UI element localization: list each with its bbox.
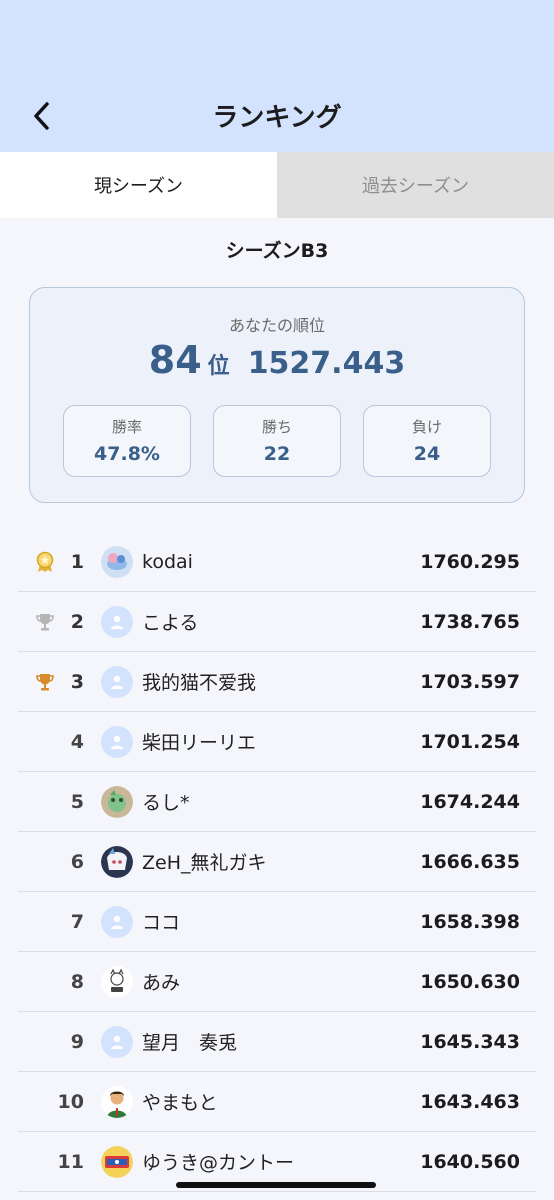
- avatar: [101, 545, 133, 578]
- tab-current-season[interactable]: 現シーズン: [0, 152, 277, 218]
- rank-number: 9: [70, 1030, 84, 1053]
- season-tabs: 現シーズン 過去シーズン: [0, 152, 554, 218]
- player-score: 1658.398: [420, 910, 520, 933]
- rank-number: 4: [70, 730, 84, 753]
- ranking-row[interactable]: 9 望月 奏兎 1645.343: [18, 1012, 536, 1072]
- ranking-row[interactable]: 3 我的猫不爱我 1703.597: [18, 652, 536, 712]
- player-score: 1640.560: [420, 1150, 520, 1173]
- rank-number: 11: [57, 1150, 84, 1173]
- ranking-list: 1 kodai 1760.295 2 こよる 1738.765 3 我的猫不爱我…: [18, 532, 536, 1192]
- player-name: 柴田リーリエ: [142, 732, 257, 754]
- page-title: ランキング: [212, 103, 342, 133]
- my-rank-unit: 位: [207, 354, 230, 379]
- player-name: やまもと: [142, 1092, 218, 1114]
- stat-wins: 勝ち 22: [213, 405, 341, 477]
- player-score: 1666.635: [420, 850, 520, 873]
- player-score: 1760.295: [420, 550, 520, 573]
- rank-number: 7: [70, 910, 84, 933]
- tab-past-season[interactable]: 過去シーズン: [277, 152, 554, 218]
- default-avatar-icon: [101, 605, 133, 638]
- player-name: こよる: [142, 612, 199, 634]
- avatar: [101, 1085, 133, 1118]
- stat-value: 22: [263, 443, 291, 465]
- stat-label: 勝率: [111, 418, 142, 436]
- app-header: ランキング: [0, 0, 554, 152]
- player-name: 我的猫不爱我: [142, 672, 257, 694]
- my-rank-score: 1527.443: [247, 346, 406, 381]
- player-name: るし*: [142, 792, 190, 814]
- rank-number: 3: [70, 670, 84, 693]
- ranking-row[interactable]: 5 るし* 1674.244: [18, 772, 536, 832]
- my-rank-number: 84: [148, 338, 202, 382]
- stat-win-rate: 勝率 47.8%: [63, 405, 191, 477]
- player-score: 1645.343: [420, 1030, 520, 1053]
- rank-number: 2: [70, 610, 84, 633]
- default-avatar-icon: [101, 725, 133, 758]
- ranking-row[interactable]: 2 こよる 1738.765: [18, 592, 536, 652]
- player-name: あみ: [142, 972, 181, 994]
- player-score: 1643.463: [420, 1090, 520, 1113]
- rank-number: 8: [70, 970, 84, 993]
- player-name: ZeH_無礼ガキ: [142, 852, 267, 874]
- player-score: 1703.597: [420, 670, 520, 693]
- my-rank-card: あなたの順位 84 位 1527.443 勝率 47.8% 勝ち 22 負け 24: [29, 287, 525, 503]
- player-name: 望月 奏兎: [142, 1032, 238, 1054]
- avatar: [101, 845, 133, 878]
- player-name: kodai: [142, 550, 193, 573]
- ranking-row[interactable]: 8 あみ 1650.630: [18, 952, 536, 1012]
- ranking-row[interactable]: 10 やまもと 1643.463: [18, 1072, 536, 1132]
- stat-losses: 負け 24: [363, 405, 491, 477]
- avatar: [101, 965, 133, 998]
- stat-label: 勝ち: [261, 418, 292, 436]
- my-rank-row: 84 位 1527.443: [30, 338, 524, 382]
- my-rank-label: あなたの順位: [228, 316, 325, 335]
- ranking-row[interactable]: 4 柴田リーリエ 1701.254: [18, 712, 536, 772]
- default-avatar-icon: [101, 1025, 133, 1058]
- stat-label: 負け: [411, 418, 442, 436]
- stat-value: 47.8%: [94, 443, 160, 465]
- player-name: ココ: [142, 912, 181, 934]
- avatar: [101, 1145, 133, 1178]
- rank-number: 1: [70, 550, 84, 573]
- default-avatar-icon: [101, 905, 133, 938]
- player-name: ゆうき@カントー: [142, 1152, 295, 1174]
- player-score: 1674.244: [420, 790, 520, 813]
- ranking-row[interactable]: 6 ZeH_無礼ガキ 1666.635: [18, 832, 536, 892]
- stat-value: 24: [413, 443, 441, 465]
- default-avatar-icon: [101, 665, 133, 698]
- ranking-row[interactable]: 7 ココ 1658.398: [18, 892, 536, 952]
- rank-number: 5: [70, 790, 84, 813]
- rank-number: 10: [57, 1090, 84, 1113]
- home-indicator[interactable]: [176, 1182, 376, 1188]
- avatar: [101, 785, 133, 818]
- season-title: シーズンB3: [225, 240, 329, 262]
- player-score: 1738.765: [420, 610, 520, 633]
- rank-number: 6: [70, 850, 84, 873]
- player-score: 1701.254: [420, 730, 520, 753]
- player-score: 1650.630: [420, 970, 520, 993]
- ranking-row[interactable]: 1 kodai 1760.295: [18, 532, 536, 592]
